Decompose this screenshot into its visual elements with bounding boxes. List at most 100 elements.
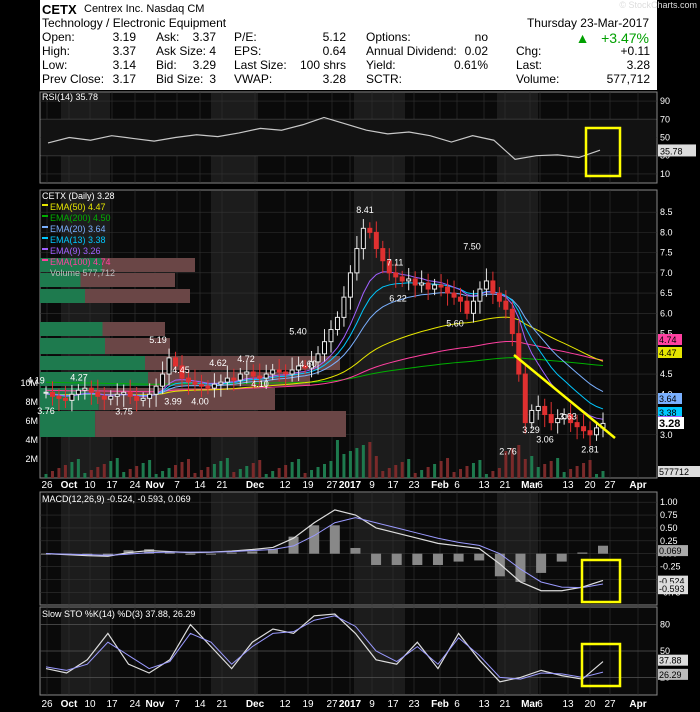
legend-swatch: [42, 270, 48, 272]
macd-histogram-bar: [329, 525, 340, 554]
x-tick-label: 27: [604, 480, 616, 491]
candle-body: [134, 395, 140, 401]
legend-swatch: [42, 204, 48, 206]
volume-bar: [264, 474, 268, 478]
last-price-label: 3.28: [659, 418, 680, 430]
candle-body: [160, 373, 166, 387]
candle-body: [406, 278, 412, 282]
x-tick-label: 27: [604, 699, 616, 710]
volume-bar: [290, 462, 294, 478]
volume-bar: [50, 471, 54, 478]
ema-last-label: 3.64: [659, 394, 677, 404]
price-annotation: 4.00: [191, 396, 209, 406]
price-annotation: 4.19: [27, 376, 45, 386]
candle-body: [140, 397, 146, 401]
x-tick-label: Nov: [146, 699, 165, 710]
candle-body: [535, 405, 541, 411]
candle-body: [341, 296, 347, 318]
macd-tick-label: -0.25: [660, 562, 681, 572]
legend-swatch: [42, 259, 48, 261]
candle-body: [522, 373, 528, 424]
price-tick-label: 4.5: [660, 369, 673, 379]
candle-body: [289, 369, 295, 375]
legend-entry: Volume 577,712: [50, 268, 115, 278]
candle-body: [367, 227, 373, 233]
stockchart-root: { "watermark": "© StockCharts.com", "hea…: [0, 0, 700, 712]
sto-last-label: 26.29: [659, 670, 682, 680]
volume-tick-label: 8M: [25, 397, 38, 407]
volume-bar: [575, 466, 579, 478]
x-tick-label: 19: [302, 480, 314, 491]
candle-body: [509, 308, 515, 335]
candle-body: [496, 292, 502, 302]
month-band: [354, 493, 405, 604]
x-tick-label: 23: [408, 480, 420, 491]
x-tick-label: 10: [84, 699, 96, 710]
volume-bar: [70, 462, 74, 478]
volume-bar: [141, 463, 145, 478]
volume-bar: [446, 458, 450, 478]
candle-body: [69, 393, 75, 401]
volume-bar: [361, 445, 365, 478]
volume-bar: [374, 456, 378, 478]
month-band: [211, 493, 258, 604]
volume-bar: [122, 472, 126, 478]
macd-histogram-bar: [515, 553, 526, 582]
volume-bar: [569, 469, 573, 478]
candle-body: [445, 286, 451, 294]
volume-bar: [471, 463, 475, 478]
macd-histogram-bar: [185, 553, 196, 555]
macd-histogram-bar: [350, 547, 361, 554]
candle-body: [192, 381, 198, 385]
macd-histogram-bar: [412, 553, 423, 565]
candle-body: [56, 395, 62, 399]
volume-bar: [219, 461, 223, 478]
candle-body: [250, 371, 256, 377]
volume-by-price-down: [102, 322, 165, 336]
x-tick-label: Dec: [246, 699, 265, 710]
x-tick-label: 12: [279, 699, 291, 710]
legend-entry: EMA(20) 3.64: [50, 224, 106, 234]
macd-histogram-bar: [536, 553, 547, 573]
volume-bar: [109, 461, 113, 478]
x-tick-label: 21: [499, 699, 511, 710]
volume-bar: [562, 472, 566, 478]
volume-bar: [135, 466, 139, 478]
candle-body: [373, 231, 379, 250]
volume-bar: [465, 466, 469, 478]
candle-body: [451, 292, 457, 298]
candle-body: [43, 391, 49, 394]
candle-body: [458, 296, 464, 302]
candle-body: [211, 383, 217, 389]
volume-bar: [394, 465, 398, 478]
price-annotation: 5.40: [289, 327, 307, 337]
price-annotation: 5.60: [446, 319, 464, 329]
macd-histogram-bar: [371, 553, 382, 565]
volume-bar: [342, 454, 346, 478]
volume-bar: [459, 469, 463, 478]
legend-swatch: [42, 215, 48, 217]
x-tick-label: 17: [106, 480, 118, 491]
candle-body: [470, 300, 476, 314]
volume-bar: [167, 468, 171, 478]
macd-histogram-bar: [309, 525, 320, 554]
volume-bar: [212, 464, 216, 478]
candle-body: [399, 276, 405, 282]
ema-last-label: 4.47: [659, 348, 677, 358]
price-annotation: 7.11: [387, 257, 404, 267]
volume-bar: [329, 461, 333, 478]
x-tick-label: 17: [387, 480, 399, 491]
legend-swatch: [42, 237, 48, 239]
volume-bar: [588, 460, 592, 478]
volume-bar: [271, 471, 275, 478]
volume-bar: [83, 473, 87, 478]
x-tick-label: 17: [387, 699, 399, 710]
volume-bar: [232, 472, 236, 478]
price-tick-label: 6.0: [660, 308, 673, 318]
macd-histogram-bar: [432, 553, 443, 565]
x-tick-label: 6: [537, 699, 543, 710]
volume-bar: [595, 474, 599, 478]
price-annotation: 4.60: [299, 359, 317, 369]
macd-tick-label: 0.25: [660, 536, 678, 546]
volume-tick-label: 2M: [25, 454, 38, 464]
